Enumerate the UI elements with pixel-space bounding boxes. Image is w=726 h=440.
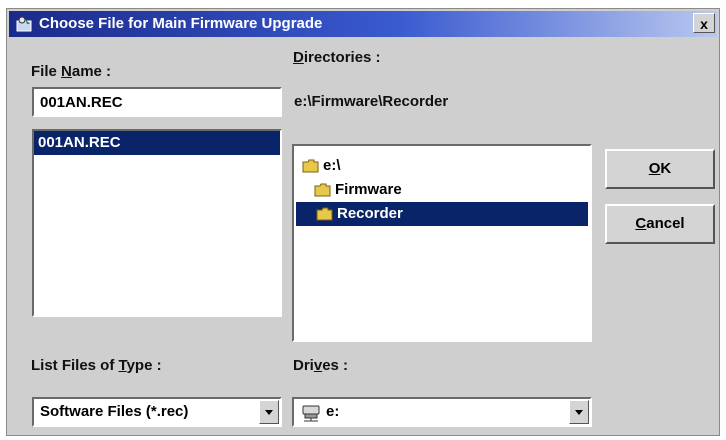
tree-item-recorder[interactable]: Recorder [296,202,588,226]
app-icon [16,16,32,32]
title-bar[interactable]: Choose File for Main Firmware Upgrade x [9,11,717,37]
ok-button[interactable]: OK [605,149,715,189]
file-type-select[interactable]: Software Files (*.rec) [32,397,282,427]
drive-value: e: [326,403,340,420]
window-title: Choose File for Main Firmware Upgrade [39,15,323,32]
file-name-label: File Name : [31,63,112,80]
file-type-value: Software Files (*.rec) [40,403,189,420]
drives-select[interactable]: e: [292,397,592,427]
chevron-down-icon[interactable] [569,400,589,424]
tree-item-firmware[interactable]: Firmware [314,178,402,202]
tree-item-drive-root[interactable]: e:\ [302,154,341,178]
open-folder-icon [314,183,331,197]
directory-tree[interactable]: e:\ Firmware Recorder [292,144,592,342]
directories-label: Directories : [293,49,381,66]
file-chooser-dialog: Choose File for Main Firmware Upgrade x … [6,8,720,436]
network-drive-icon [302,405,320,422]
file-type-label: List Files of Type : [31,357,162,374]
close-button[interactable]: x [693,13,715,33]
file-list[interactable]: 001AN.REC [32,129,282,317]
directory-path: e:\Firmware\Recorder [294,93,449,110]
open-folder-icon [316,207,333,221]
cancel-button[interactable]: Cancel [605,204,715,244]
open-folder-icon [302,159,319,173]
file-list-item[interactable]: 001AN.REC [34,131,280,155]
drives-label: Drives : [293,357,349,374]
file-name-input[interactable] [32,87,282,117]
chevron-down-icon[interactable] [259,400,279,424]
